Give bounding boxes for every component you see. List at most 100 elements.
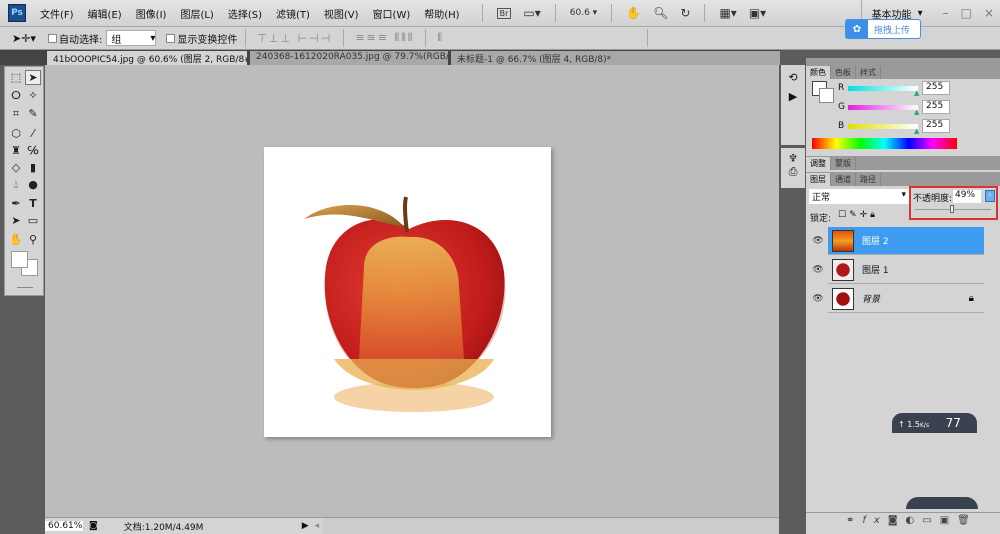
brushes-icon[interactable]: ♆ bbox=[781, 152, 805, 165]
layer-row[interactable]: 👁︎ 背景 🔒︎ bbox=[808, 284, 984, 313]
tab-paths[interactable]: 路径 bbox=[856, 173, 881, 186]
clone-stamp-icon[interactable]: ♜ bbox=[8, 144, 24, 157]
layer-row[interactable]: 👁︎ 图层 2 bbox=[808, 226, 984, 255]
history-icon[interactable]: ⟲ bbox=[781, 71, 805, 84]
hand-tool-icon[interactable]: ✋ bbox=[626, 6, 641, 20]
opacity-field[interactable]: 49% bbox=[953, 190, 981, 203]
clone-source-icon[interactable]: ⎙ bbox=[781, 165, 805, 179]
gradient-tool-icon[interactable]: ▮ bbox=[25, 161, 41, 174]
brush-tool-icon[interactable]: ⁄ bbox=[25, 127, 41, 140]
foreground-color-swatch[interactable] bbox=[11, 251, 28, 268]
channel-value[interactable]: 255 bbox=[922, 100, 950, 114]
eraser-icon[interactable]: ◇ bbox=[8, 161, 24, 174]
channel-slider[interactable] bbox=[848, 86, 918, 91]
lock-icons[interactable]: ☐✎✛🔒︎ bbox=[838, 210, 878, 220]
workspace-dropdown-icon[interactable]: ▾ bbox=[918, 8, 923, 19]
move-tool-icon[interactable]: ➤ bbox=[25, 70, 41, 85]
menu-help[interactable]: 帮助(H) bbox=[424, 6, 459, 21]
lock-label: 锁定: bbox=[810, 214, 832, 224]
magic-wand-icon[interactable]: ✧ bbox=[25, 89, 41, 102]
menu-window[interactable]: 窗口(W) bbox=[373, 6, 411, 21]
background-color[interactable] bbox=[819, 88, 834, 103]
opacity-dropdown-button[interactable]: › bbox=[985, 190, 995, 202]
tab-document-1[interactable]: 41bOOOPIC54.jpg @ 60.6% (图层 2, RGB/8#) * bbox=[47, 51, 247, 65]
healing-brush-icon[interactable]: ⬡ bbox=[8, 127, 24, 140]
layer-actions-bar[interactable]: ⚭fx◙◐▭▣🗑︎ bbox=[846, 515, 978, 526]
network-speed-widget: ↑ 1.5K/s 77 bbox=[892, 413, 977, 433]
hand-tool-icon[interactable]: ✋ bbox=[8, 233, 24, 246]
marquee-tool-icon[interactable]: ⬚ bbox=[8, 71, 24, 84]
layer-row[interactable]: 👁︎ 图层 1 bbox=[808, 255, 984, 284]
actions-icon[interactable]: ▶ bbox=[781, 90, 805, 103]
menu-view[interactable]: 视图(V) bbox=[324, 6, 359, 21]
horizontal-scrollbar[interactable] bbox=[323, 518, 779, 534]
bridge-button[interactable]: Br bbox=[496, 7, 512, 19]
tab-styles[interactable]: 样式 bbox=[856, 66, 881, 79]
align-buttons[interactable]: ⊤⊥⊥ ⊢⊣⊣ bbox=[257, 32, 332, 45]
scroll-left-icon[interactable]: ◂ bbox=[315, 521, 320, 531]
eyedropper-icon[interactable]: ✎ bbox=[25, 107, 41, 120]
tab-swatches[interactable]: 色板 bbox=[831, 66, 856, 79]
channel-slider[interactable] bbox=[848, 105, 918, 110]
distribute-buttons[interactable]: ≡≡≡ ⫴⫴⫴ bbox=[355, 31, 414, 45]
screen-mode-icon[interactable]: ▣▾ bbox=[749, 6, 766, 20]
pen-tool-icon[interactable]: ✒ bbox=[8, 197, 24, 210]
status-arrow-icon[interactable]: ▶ bbox=[302, 521, 309, 531]
menu-file[interactable]: 文件(F) bbox=[40, 6, 74, 21]
crop-tool-icon[interactable]: ⌗ bbox=[8, 107, 24, 121]
zoom-level-dropdown[interactable]: 60.6 ▾ bbox=[570, 8, 597, 18]
apple-image bbox=[304, 196, 506, 412]
shape-tool-icon[interactable]: ▭ bbox=[25, 214, 41, 227]
arrange-documents-icon[interactable]: ▦▾ bbox=[719, 6, 736, 20]
menu-filter[interactable]: 滤镜(T) bbox=[276, 6, 310, 21]
menu-image[interactable]: 图像(I) bbox=[136, 6, 167, 21]
zoom-tool-icon[interactable]: 🔍︎ bbox=[653, 6, 668, 20]
zoom-tool-icon[interactable]: ⚲ bbox=[25, 233, 41, 246]
close-icon[interactable]: × bbox=[984, 6, 994, 20]
move-tool-preset-icon[interactable]: ➤✛▾ bbox=[12, 32, 36, 45]
color-spectrum[interactable] bbox=[812, 138, 957, 149]
menu-layer[interactable]: 图层(L) bbox=[180, 6, 213, 21]
path-selection-icon[interactable]: ➤ bbox=[8, 214, 24, 227]
blend-mode-dropdown[interactable]: 正常 ▾ bbox=[809, 189, 909, 204]
tab-document-3[interactable]: 未标题-1 @ 66.7% (图层 4, RGB/8)* bbox=[451, 51, 780, 65]
type-tool-icon[interactable]: T bbox=[25, 197, 41, 210]
auto-align-button[interactable]: ⫴ bbox=[437, 31, 444, 45]
slider-handle-icon[interactable]: ▲ bbox=[914, 108, 919, 116]
menu-select[interactable]: 选择(S) bbox=[228, 6, 262, 21]
upload-widget[interactable]: ✿ 拖拽上传 bbox=[845, 19, 921, 39]
tab-masks[interactable]: 蒙版 bbox=[831, 157, 856, 170]
menu-edit[interactable]: 编辑(E) bbox=[88, 6, 122, 21]
minimize-icon[interactable]: – bbox=[943, 6, 949, 20]
channel-slider[interactable] bbox=[848, 124, 918, 129]
slider-handle-icon[interactable]: ▲ bbox=[914, 127, 919, 135]
tab-document-2[interactable]: 240368-1612020RA035.jpg @ 79.7%(RGB/8#) … bbox=[250, 51, 448, 65]
slider-handle-icon[interactable]: ▲ bbox=[914, 89, 919, 97]
opacity-slider-handle[interactable] bbox=[950, 205, 955, 213]
channel-value[interactable]: 255 bbox=[922, 119, 950, 133]
tab-adjustments[interactable]: 调整 bbox=[806, 157, 831, 170]
eye-icon[interactable]: 👁︎ bbox=[808, 255, 828, 284]
upload-label: 拖拽上传 bbox=[874, 25, 911, 36]
blur-tool-icon[interactable]: 💧︎ bbox=[8, 178, 24, 192]
auto-select-checkbox[interactable] bbox=[47, 33, 57, 43]
extras-button[interactable]: ▭▾ bbox=[523, 6, 540, 20]
dodge-tool-icon[interactable]: ● bbox=[25, 178, 41, 191]
tab-color[interactable]: 颜色 bbox=[806, 66, 831, 79]
lasso-tool-icon[interactable]: ⵔ bbox=[8, 89, 24, 102]
eye-icon[interactable]: 👁︎ bbox=[808, 284, 828, 313]
tab-layers[interactable]: 图层 bbox=[806, 173, 831, 186]
maximize-icon[interactable]: □ bbox=[961, 6, 972, 20]
eye-icon[interactable]: 👁︎ bbox=[808, 226, 828, 255]
tab-channels[interactable]: 通道 bbox=[831, 173, 856, 186]
layers-panel-header: 图层 通道 路径 bbox=[806, 172, 1000, 186]
auto-select-dropdown[interactable]: 组 ▾ bbox=[106, 30, 157, 46]
rotate-view-icon[interactable]: ↻ bbox=[680, 6, 690, 20]
zoom-field[interactable]: 60.61% bbox=[45, 521, 83, 531]
quick-mask-button[interactable] bbox=[17, 287, 33, 288]
history-brush-icon[interactable]: ℅ bbox=[25, 144, 41, 157]
channel-value[interactable]: 255 bbox=[922, 81, 950, 95]
document-canvas[interactable] bbox=[264, 147, 551, 437]
status-menu-icon[interactable]: ◙ bbox=[89, 521, 98, 531]
show-transform-checkbox[interactable] bbox=[166, 33, 176, 43]
